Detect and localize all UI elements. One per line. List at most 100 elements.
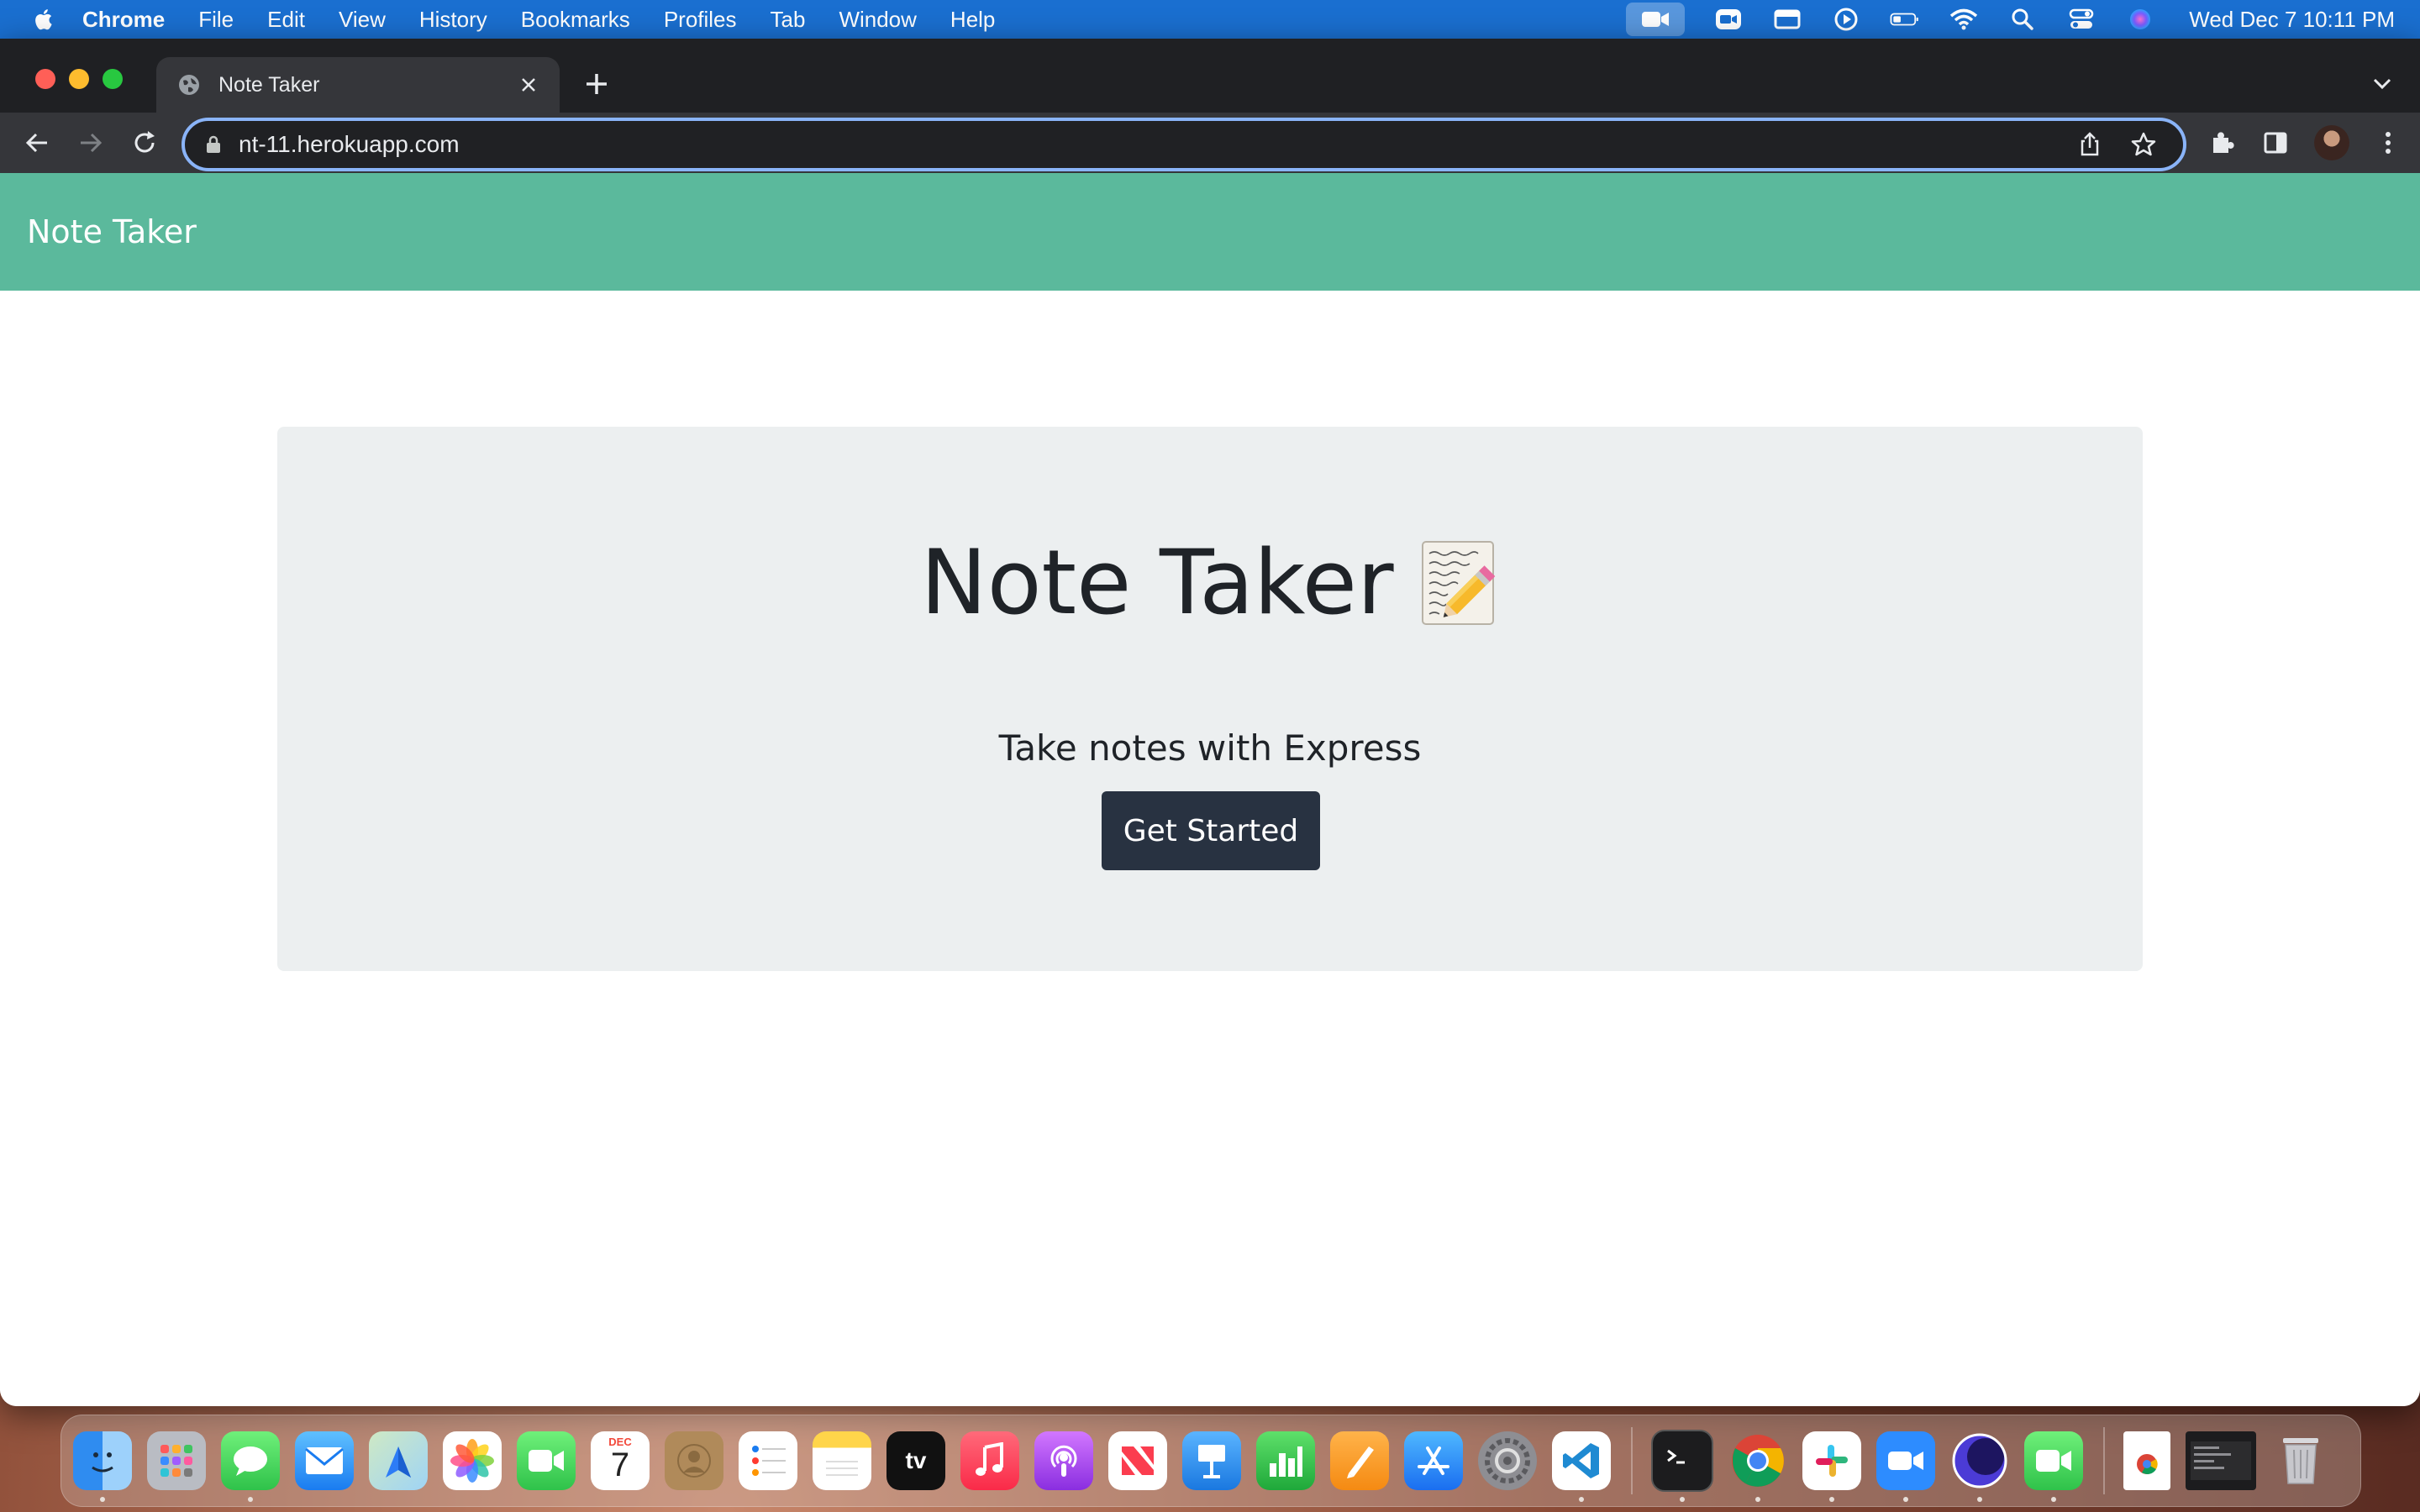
- running-indicator: [248, 1497, 253, 1502]
- menu-bookmarks[interactable]: Bookmarks: [521, 7, 630, 33]
- arrow-right-icon: [81, 133, 103, 153]
- site-navbar: Note Taker: [0, 173, 2420, 291]
- reminders-icon[interactable]: [739, 1431, 797, 1490]
- contacts-icon[interactable]: [665, 1431, 723, 1490]
- menu-edit[interactable]: Edit: [267, 7, 305, 33]
- running-indicator: [1755, 1497, 1760, 1502]
- zoom-icon[interactable]: [1876, 1431, 1935, 1502]
- clapper-icon[interactable]: [1772, 8, 1802, 31]
- trash-icon[interactable]: [2271, 1431, 2330, 1490]
- pages-icon[interactable]: [1330, 1431, 1389, 1490]
- appstore-icon[interactable]: [1404, 1431, 1463, 1490]
- terminal-window-icon[interactable]: [2186, 1431, 2256, 1490]
- slack-icon[interactable]: [1802, 1431, 1861, 1502]
- spotlight-search-icon[interactable]: [2007, 8, 2038, 31]
- dock-separator: [1631, 1427, 1633, 1494]
- more-menu-icon[interactable]: [2373, 128, 2403, 158]
- menu-bar-clock[interactable]: Wed Dec 7 10:11 PM: [2189, 7, 2395, 33]
- tab-note-taker[interactable]: Note Taker: [156, 57, 560, 113]
- forward-button[interactable]: [74, 126, 108, 160]
- launchpad-icon[interactable]: [147, 1431, 206, 1490]
- minimize-window-button[interactable]: [69, 69, 89, 89]
- appletv-label: tv: [905, 1447, 927, 1473]
- navbar-brand[interactable]: Note Taker: [27, 213, 197, 250]
- photos-icon[interactable]: [443, 1431, 502, 1490]
- notes-icon[interactable]: [813, 1431, 871, 1490]
- running-indicator: [1829, 1497, 1834, 1502]
- menu-window[interactable]: Window: [839, 7, 916, 33]
- podcasts-icon[interactable]: [1034, 1431, 1093, 1490]
- profile-avatar[interactable]: [2314, 125, 2349, 160]
- news-icon[interactable]: [1108, 1431, 1167, 1490]
- side-panel-icon[interactable]: [2260, 128, 2291, 158]
- document-icon[interactable]: [2123, 1431, 2170, 1490]
- menu-view[interactable]: View: [339, 7, 386, 33]
- keynote-icon[interactable]: [1182, 1431, 1241, 1490]
- tab-strip: Note Taker: [0, 39, 2420, 113]
- running-indicator: [100, 1497, 105, 1502]
- system-preferences-icon[interactable]: [1478, 1431, 1537, 1490]
- screen-recorder-icon[interactable]: [1950, 1431, 2009, 1502]
- extensions-puzzle-icon[interactable]: [2207, 128, 2237, 158]
- wifi-icon[interactable]: [1949, 8, 1979, 31]
- toolbar-right-tools: [2183, 113, 2403, 173]
- menu-bar: Chrome File Edit View History Bookmarks …: [0, 0, 2420, 39]
- vscode-icon[interactable]: [1552, 1431, 1611, 1502]
- bookmark-star-icon[interactable]: [2129, 130, 2158, 159]
- chevron-down-icon[interactable]: [2370, 71, 2395, 96]
- menu-file[interactable]: File: [198, 7, 234, 33]
- dock-separator: [2103, 1427, 2105, 1494]
- screen-recording-icon[interactable]: [1626, 3, 1686, 36]
- browser-toolbar: nt-11.herokuapp.com: [0, 113, 2420, 173]
- running-indicator: [1579, 1497, 1584, 1502]
- facetime-icon[interactable]: [517, 1431, 576, 1490]
- menu-profiles[interactable]: Profiles: [664, 7, 737, 33]
- mail-icon[interactable]: [295, 1431, 354, 1490]
- running-indicator: [1680, 1497, 1685, 1502]
- maps-icon[interactable]: [369, 1431, 428, 1490]
- numbers-icon[interactable]: [1256, 1431, 1315, 1490]
- close-window-button[interactable]: [35, 69, 55, 89]
- address-url[interactable]: nt-11.herokuapp.com: [239, 131, 2075, 158]
- control-center-icon[interactable]: [2066, 8, 2096, 31]
- hero-lead-text: Take notes with Express: [998, 727, 1422, 769]
- tab-title: Note Taker: [218, 72, 320, 97]
- calendar-icon[interactable]: DEC 7: [591, 1431, 650, 1490]
- running-indicator: [1903, 1497, 1908, 1502]
- chrome-icon[interactable]: [1728, 1431, 1787, 1502]
- menu-app-name[interactable]: Chrome: [82, 7, 165, 33]
- battery-icon[interactable]: [1890, 8, 1920, 31]
- get-started-button[interactable]: Get Started: [1102, 791, 1320, 870]
- messages-icon[interactable]: [221, 1431, 280, 1502]
- music-icon[interactable]: [960, 1431, 1019, 1490]
- reload-button[interactable]: [128, 126, 161, 160]
- zoom-status-icon[interactable]: [1713, 8, 1744, 31]
- close-tab-icon[interactable]: [516, 72, 541, 97]
- finder-icon[interactable]: [73, 1431, 132, 1502]
- share-icon[interactable]: [2075, 130, 2104, 159]
- dock: DEC 7 tv: [60, 1415, 2361, 1507]
- appletv-icon[interactable]: tv: [886, 1431, 945, 1490]
- siri-icon[interactable]: [2125, 8, 2155, 31]
- apple-icon[interactable]: [32, 7, 57, 32]
- address-bar[interactable]: nt-11.herokuapp.com: [182, 118, 2186, 171]
- globe-icon: [179, 75, 199, 95]
- running-indicator: [2051, 1497, 2056, 1502]
- new-tab-icon[interactable]: [581, 69, 612, 99]
- menu-bar-status-area: Wed Dec 7 10:11 PM: [1597, 0, 2395, 39]
- back-button[interactable]: [20, 126, 54, 160]
- facetime-video-icon[interactable]: [2024, 1431, 2083, 1502]
- terminal-icon[interactable]: [1651, 1430, 1713, 1502]
- lock-icon[interactable]: [203, 134, 224, 155]
- menu-help[interactable]: Help: [950, 7, 995, 33]
- menu-tab[interactable]: Tab: [771, 7, 806, 33]
- play-circle-icon[interactable]: [1831, 8, 1861, 31]
- browser-window: Note Taker nt-11.herokuapp.com Note Take…: [0, 39, 2420, 1406]
- web-page: Note Taker Note Taker Take notes with Ex…: [0, 173, 2420, 1406]
- hero-heading-text: Note Taker: [920, 531, 1394, 634]
- calendar-day: 7: [610, 1446, 630, 1483]
- menu-history[interactable]: History: [419, 7, 487, 33]
- running-indicator: [1977, 1497, 1982, 1502]
- hero-heading: Note Taker: [277, 531, 2143, 634]
- fullscreen-window-button[interactable]: [103, 69, 123, 89]
